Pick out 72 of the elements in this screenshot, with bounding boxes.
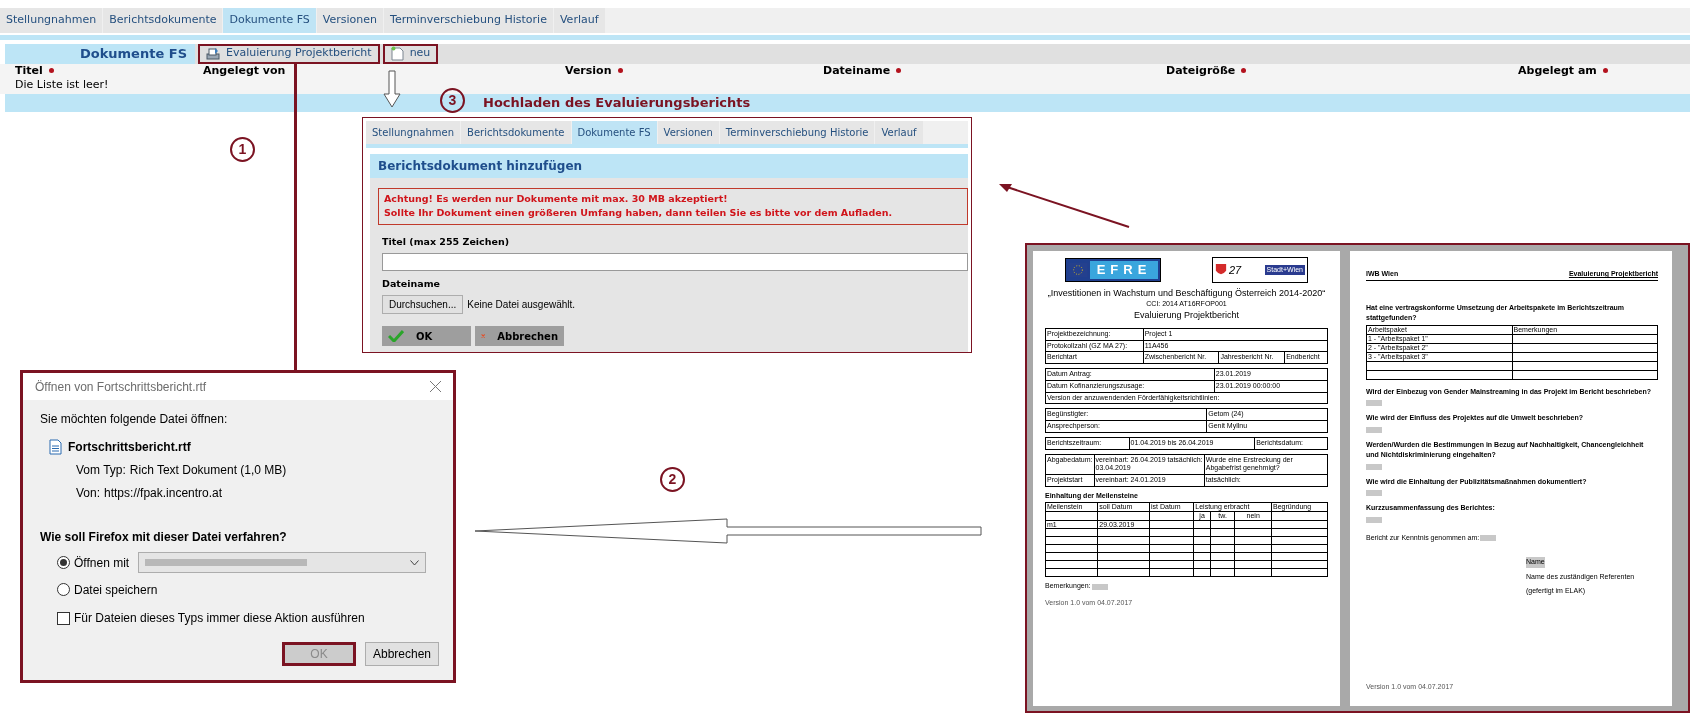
- file-status-text: Keine Datei ausgewählt.: [467, 298, 576, 312]
- form-placeholder-field: [1366, 400, 1382, 406]
- tab[interactable]: Terminverschiebung Historie: [384, 8, 553, 33]
- form-placeholder-field: [1091, 583, 1108, 590]
- printer-icon: [206, 46, 220, 61]
- toolbar-button[interactable]: neu: [382, 43, 439, 64]
- browse-button[interactable]: Durchsuchen...: [382, 295, 464, 314]
- column-header[interactable]: Titel: [15, 65, 43, 76]
- dialog-question: Wie soll Firefox mit dieser Datei verfahren?: [40, 529, 288, 546]
- checkbox[interactable]: [57, 611, 70, 625]
- step-caption: Hochladen des Evaluierungsberichts: [483, 94, 751, 112]
- close-icon[interactable]: [430, 381, 441, 392]
- dialog-button[interactable]: Abbrechen: [365, 642, 439, 666]
- tab[interactable]: Verlauf: [875, 121, 923, 144]
- tab[interactable]: Berichtsdokumente: [461, 121, 571, 144]
- form-placeholder-field: [1366, 463, 1382, 470]
- chevron-down-icon: [410, 559, 420, 566]
- tab[interactable]: Stellungnahmen: [0, 8, 103, 33]
- radio-label[interactable]: Datei speichern: [74, 580, 158, 599]
- title-input-field[interactable]: [382, 252, 968, 271]
- tab[interactable]: Terminverschiebung Historie: [719, 121, 875, 144]
- checkbox-label[interactable]: Für Dateien dieses Typs immer diese Aktion ausführen: [74, 609, 365, 627]
- tab[interactable]: Stellungnahmen: [366, 121, 461, 144]
- tab[interactable]: Versionen: [657, 121, 719, 144]
- section-title: Dokumente FS: [5, 43, 195, 64]
- column-header[interactable]: Abgelegt am: [1518, 65, 1597, 76]
- detail-value: https://fpak.incentro.at: [104, 485, 223, 502]
- document-heading: „Investitionen in Wachstum und Beschäftigung Österreich 2014-2020“: [1046, 289, 1327, 299]
- file-name: Fortschrittsbericht.rtf: [68, 439, 191, 456]
- form-placeholder-field: [1366, 490, 1382, 496]
- tab[interactable]: Versionen: [316, 8, 384, 33]
- column-header[interactable]: Version: [565, 65, 612, 76]
- step-number: 1: [230, 137, 255, 162]
- column-header[interactable]: Dateiname: [823, 65, 891, 76]
- form-placeholder-field: [1480, 534, 1497, 541]
- field-label: Titel (max 255 Zeichen): [382, 234, 511, 249]
- detail-label: Von:: [76, 485, 101, 502]
- efre-logo: EFRE: [1065, 258, 1161, 282]
- tab[interactable]: Dokumente FS: [571, 121, 657, 144]
- warning-text: Sollte Ihr Dokument einen größeren Umfang haben, dann teilen Sie es bitte vor dem Aufladen.: [384, 206, 894, 221]
- document-icon: [49, 439, 62, 455]
- column-header[interactable]: Dateigröße: [1166, 65, 1236, 76]
- radio-label[interactable]: Öffnen mit: [74, 553, 130, 572]
- field-label: Dateiname: [382, 276, 442, 291]
- sort-indicator-icon: [1241, 68, 1247, 73]
- sort-indicator-icon: [48, 68, 54, 73]
- detail-label: Vom Typ:: [76, 462, 126, 479]
- warning-text: Achtung! Es werden nur Dokumente mit max. 30 MB akzeptiert!: [384, 192, 729, 206]
- sort-indicator-icon: [1602, 68, 1608, 73]
- panel-title: Berichtsdokument hinzufügen: [370, 154, 968, 178]
- radio-button[interactable]: [57, 583, 70, 596]
- checkmark-icon: [388, 330, 404, 342]
- step-number: 3: [440, 88, 465, 113]
- dialog-prompt: Sie möchten folgende Datei öffnen:: [40, 411, 229, 428]
- tab[interactable]: Berichtsdokumente: [103, 8, 223, 33]
- form-placeholder-field: [1366, 426, 1382, 433]
- document-title: Evaluierung Projektbericht: [1132, 309, 1241, 323]
- ok-button[interactable]: OK: [382, 326, 471, 346]
- empty-list-message: Die Liste ist leer!: [15, 77, 109, 94]
- tab[interactable]: Verlauf: [553, 8, 605, 33]
- dialog-title: Öffnen von Fortschrittsbericht.rtf: [35, 378, 207, 396]
- column-header[interactable]: Angelegt von: [203, 65, 286, 76]
- sort-indicator-icon: [896, 68, 902, 73]
- cancel-button[interactable]: Abbrechen: [475, 326, 564, 346]
- new-document-icon: [390, 46, 404, 61]
- sort-indicator-icon: [617, 68, 623, 73]
- radio-button[interactable]: [57, 556, 70, 569]
- detail-value: Rich Text Dokument (1,0 MB): [129, 462, 287, 479]
- tab[interactable]: Dokumente FS: [223, 8, 316, 33]
- form-placeholder-field: [1366, 516, 1382, 523]
- step-number: 2: [660, 467, 685, 492]
- toolbar-button[interactable]: Evaluierung Projektbericht: [198, 43, 380, 64]
